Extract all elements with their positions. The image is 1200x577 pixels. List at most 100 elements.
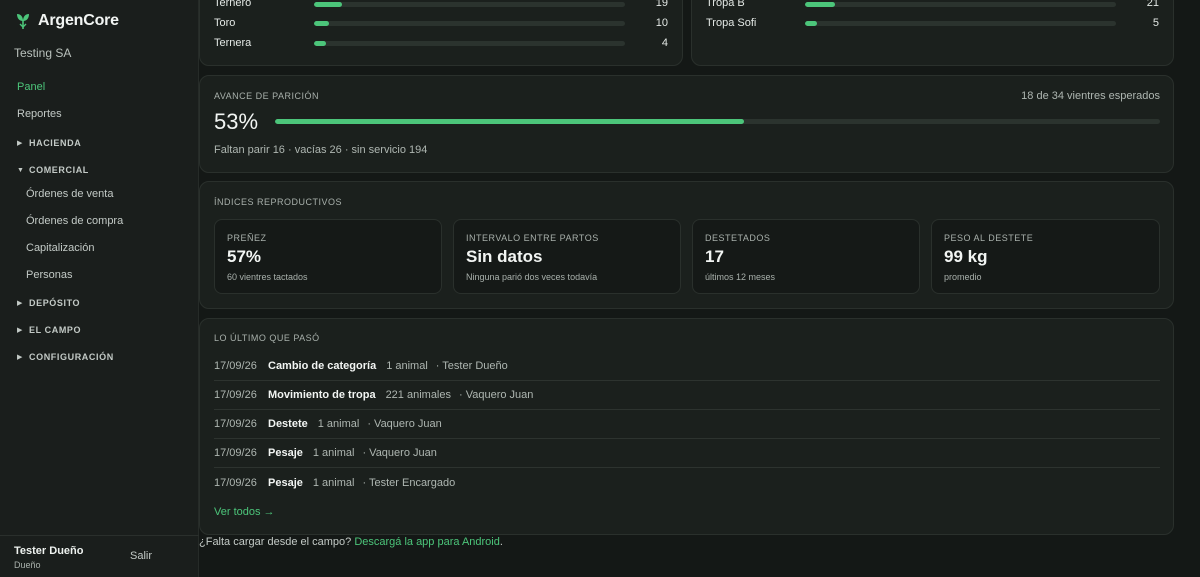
caret-down-icon: ▼ (17, 166, 25, 174)
event-type: Destete (268, 418, 308, 430)
see-all-link[interactable]: Ver todos → (214, 506, 275, 518)
event-row[interactable]: 17/09/26 Destete 1 animal · Vaquero Juan (214, 410, 1160, 439)
kpi-intervalo: INTERVALO ENTRE PARTOS Sin datos Ninguna… (453, 219, 681, 294)
nav-group-deposito[interactable]: ▶ DEPÓSITO (17, 298, 80, 308)
event-count: 1 animal (312, 447, 355, 459)
kpi-value: Sin datos (466, 247, 543, 266)
nav-group-label: COMERCIAL (29, 165, 89, 175)
event-user: · Tester Encargado (362, 476, 456, 489)
nav-panel[interactable]: Panel (17, 81, 45, 93)
event-date: 17/09/26 (214, 418, 257, 430)
category-label: Toro (214, 17, 236, 29)
paricion-detail: Faltan parir 16 · vacías 26 · sin servic… (214, 144, 428, 156)
sidebar: ArgenCore Testing SA Panel Reportes ▶ HA… (0, 0, 199, 577)
event-count: 221 animales (385, 389, 451, 401)
categories-card (199, 0, 683, 66)
event-user: · Vaquero Juan (362, 447, 437, 459)
event-row[interactable]: 17/09/26 Movimiento de tropa 221 animale… (214, 381, 1160, 410)
category-bar (314, 2, 625, 7)
user-name: Tester Dueño (14, 545, 84, 557)
paricion-progress-fill (275, 119, 745, 124)
tropa-value: 5 (1152, 17, 1159, 29)
paricion-title: AVANCE DE PARICIÓN (214, 91, 320, 101)
event-count: 1 animal (317, 418, 360, 430)
organization-name: Testing SA (14, 46, 72, 60)
user-panel: Tester Dueño Dueño Salir (0, 535, 199, 577)
nav-reportes[interactable]: Reportes (17, 108, 62, 120)
logout-button[interactable]: Salir (130, 550, 152, 562)
tropa-bar-fill (805, 2, 835, 7)
category-label: Ternero (214, 0, 252, 9)
kpi-label: INTERVALO ENTRE PARTOS (466, 233, 599, 243)
event-date: 17/09/26 (214, 389, 257, 401)
kpi-sub: Ninguna parió dos veces todavía (466, 272, 598, 282)
nav-ordenes-venta[interactable]: Órdenes de venta (26, 188, 113, 200)
kpi-value: 99 kg (944, 247, 988, 266)
android-app-link[interactable]: Descargá la app para Android (354, 536, 500, 548)
sprout-logo-icon (17, 14, 29, 29)
category-value: 4 (661, 37, 668, 49)
caret-right-icon: ▶ (17, 300, 23, 307)
nav-group-configuracion[interactable]: ▶ CONFIGURACIÓN (17, 352, 114, 362)
nav-group-el-campo[interactable]: ▶ EL CAMPO (17, 325, 81, 335)
paricion-progress-bar (275, 119, 1160, 124)
event-row[interactable]: 17/09/26 Pesaje 1 animal · Tester Encarg… (214, 468, 1160, 497)
brand-name: ArgenCore (38, 12, 119, 29)
tropa-label: Tropa Sofi (706, 17, 757, 29)
kpi-value: 57% (227, 247, 262, 266)
kpi-label: PESO AL DESTETE (944, 233, 1034, 243)
nav-ordenes-compra[interactable]: Órdenes de compra (26, 215, 123, 227)
event-type: Cambio de categoría (268, 360, 377, 372)
kpi-sub: promedio (944, 272, 982, 282)
category-bar (314, 41, 625, 46)
tropa-bar (805, 2, 1116, 7)
event-count: 1 animal (386, 360, 428, 372)
kpi-label: PREÑEZ (227, 233, 267, 243)
category-bar (314, 21, 625, 26)
nav-group-hacienda[interactable]: ▶ HACIENDA (17, 138, 81, 148)
event-date: 17/09/26 (214, 476, 257, 489)
event-row[interactable]: 17/09/26 Pesaje 1 animal · Vaquero Juan (214, 439, 1160, 468)
event-type: Movimiento de tropa (268, 389, 376, 401)
event-user: · Vaquero Juan (367, 418, 442, 430)
recent-title: LO ÚLTIMO QUE PASÓ (214, 333, 320, 343)
nav-personas[interactable]: Personas (26, 269, 72, 281)
event-date: 17/09/26 (214, 447, 257, 459)
android-notice-end: . (499, 536, 503, 548)
nav-group-label: EL CAMPO (29, 325, 82, 335)
event-row[interactable]: 17/09/26 Cambio de categoría 1 animal · … (214, 352, 1160, 381)
category-value: 10 (655, 17, 668, 29)
tropas-card (691, 0, 1174, 66)
kpi-value: 17 (705, 247, 724, 266)
kpi-label: DESTETADOS (705, 233, 771, 243)
nav-group-comercial[interactable]: ▼ COMERCIAL (17, 165, 89, 175)
nav-group-label: DEPÓSITO (29, 298, 81, 308)
tropa-bar-fill (805, 21, 818, 26)
kpi-sub: últimos 12 meses (705, 272, 776, 282)
category-bar-fill (314, 2, 342, 7)
kpi-sub: 60 vientres tactados (227, 272, 308, 282)
category-label: Ternera (214, 37, 252, 49)
caret-right-icon: ▶ (17, 327, 23, 334)
nav-group-label: CONFIGURACIÓN (29, 352, 114, 362)
event-user: · Vaquero Juan (459, 389, 534, 401)
android-app-notice: ¿Falta cargar desde el campo? Descargá l… (199, 536, 503, 548)
kpi-peso-destete: PESO AL DESTETE 99 kg promedio (931, 219, 1160, 294)
event-user: · Tester Dueño (435, 360, 508, 372)
nav-capitalizacion[interactable]: Capitalización (26, 242, 94, 254)
user-role: Dueño (14, 560, 41, 570)
paricion-percent: 53% (214, 109, 259, 134)
event-date: 17/09/26 (214, 360, 257, 372)
android-question: ¿Falta cargar desde el campo? (199, 536, 355, 548)
tropa-bar (805, 21, 1116, 26)
caret-right-icon: ▶ (17, 354, 23, 361)
nav-group-label: HACIENDA (29, 138, 82, 148)
paricion-caption: 18 de 34 vientres esperados (1021, 90, 1160, 102)
brand[interactable]: ArgenCore (16, 12, 119, 30)
kpi-destetados: DESTETADOS 17 últimos 12 meses (692, 219, 920, 294)
tropa-label: Tropa B (706, 0, 745, 9)
kpi-prenez: PREÑEZ 57% 60 vientres tactados (214, 219, 442, 294)
event-count: 1 animal (312, 476, 355, 489)
indices-title: ÍNDICES REPRODUCTIVOS (214, 197, 343, 207)
category-bar-fill (314, 21, 329, 26)
